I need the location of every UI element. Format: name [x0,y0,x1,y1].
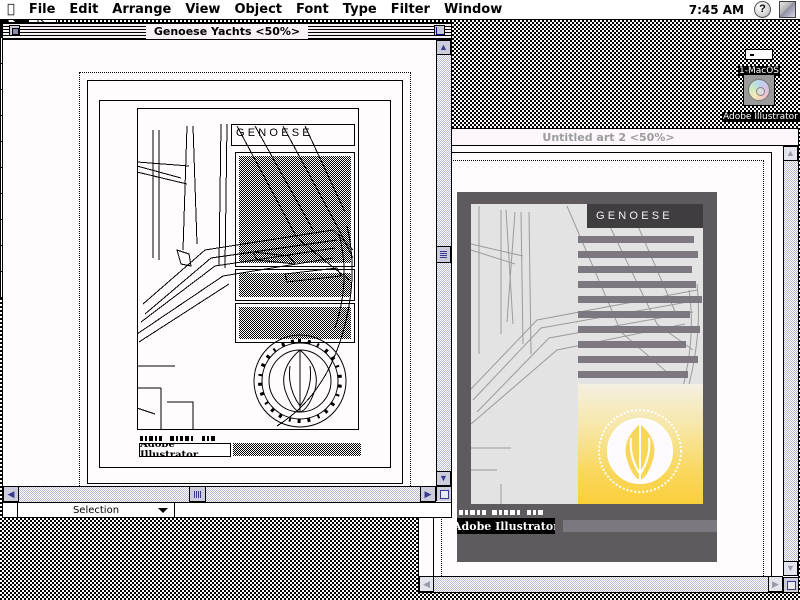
menu-object[interactable]: Object [227,0,289,19]
status-popup-value: Selection [72,504,120,516]
vertical-scrollbar-genoese[interactable]: ▲ ▼ [436,40,451,486]
desktop-icon-cd-rom[interactable]: Adobe Illustrator™ De [722,74,800,124]
footer-adobe-illustrator-badge: Adobe Illustrator [139,443,231,457]
horizontal-scrollbar-genoese[interactable]: ◀ ▶ [3,486,436,502]
vertical-scroll-thumb[interactable] [436,246,451,263]
horizontal-scroll-thumb[interactable] [189,486,206,502]
preview-text-bar [578,341,686,348]
menu-edit[interactable]: Edit [62,0,105,19]
desktop-icon-label-cd-rom: Adobe Illustrator™ De [722,112,800,122]
footer-dotted-bar [233,443,361,456]
preview-headline-text: GENOESE [596,209,673,222]
chevron-down-icon [158,508,168,513]
menu-view[interactable]: View [178,0,227,19]
scroll-up-arrow-icon[interactable]: ▲ [436,40,451,55]
status-bar-genoese: Selection [3,502,451,518]
menu-arrange[interactable]: Arrange [105,0,178,19]
seal-logo-outline [253,334,347,428]
preview-text-bar [578,326,700,333]
apple-menu-icon[interactable]:  [0,0,22,19]
close-box-genoese[interactable] [9,25,20,36]
scroll-left-arrow-icon[interactable]: ◀ [419,576,434,592]
scroll-left-arrow-icon[interactable]: ◀ [3,486,19,502]
preview-text-bar [578,311,690,318]
scroll-down-arrow-icon[interactable]: ▼ [783,561,798,576]
scroll-right-arrow-icon[interactable]: ▶ [420,486,436,502]
menu-type[interactable]: Type [336,0,384,19]
status-popup-menu[interactable]: Selection [17,502,175,518]
application-switcher-icon[interactable] [779,1,796,18]
window-title-untitled-art-2: Untitled art 2 <50%> [542,130,675,144]
menu-filter[interactable]: Filter [384,0,437,19]
preview-text-bar [578,296,702,303]
menu-bar:  File Edit Arrange View Object Font Typ… [0,0,800,20]
hard-drive-icon [745,49,773,60]
preview-footer-greek-line [459,510,543,515]
help-question-icon[interactable]: ? [754,1,771,18]
horizontal-scrollbar-untitled[interactable]: ◀ ▶ [419,576,783,592]
titlebar-genoese-yachts[interactable]: Genoese Yachts <50%> [3,23,451,40]
grow-box-genoese[interactable] [436,486,451,501]
preview-text-bar [578,236,694,243]
scroll-right-arrow-icon[interactable]: ▶ [768,576,783,592]
canvas-untitled-art-2[interactable]: GENOESE Adobe Illustrator [419,146,783,576]
menu-font[interactable]: Font [289,0,336,19]
menu-window[interactable]: Window [437,0,509,19]
canvas-genoese-yachts[interactable]: GENOESE Adobe Illustrator [3,40,436,486]
preview-adobe-illustrator-badge: Adobe Illustrator [457,518,555,534]
scroll-up-arrow-icon[interactable]: ▲ [783,146,798,161]
preview-text-bar [578,266,692,273]
titlebar-untitled-art-2[interactable]: Untitled art 2 <50%> [419,129,798,146]
preview-seal-logo [598,409,682,493]
footer-greek-line [140,436,215,441]
menu-file[interactable]: File [22,0,63,19]
menubar-clock[interactable]: 7:45 AM [683,3,750,17]
document-window-untitled-art-2[interactable]: Untitled art 2 <50%> GENOESE Adobe Illus… [418,128,799,593]
preview-text-bar [578,281,696,288]
preview-text-bar [578,251,698,258]
window-title-genoese-yachts: Genoese Yachts <50%> [145,23,309,39]
preview-headline-bar: GENOESE [587,204,703,228]
zoom-box-genoese[interactable] [434,25,445,36]
scroll-down-arrow-icon[interactable]: ▼ [436,471,451,486]
grow-box-untitled[interactable] [783,577,798,592]
preview-footer-bar [563,520,717,532]
document-window-genoese-yachts[interactable]: Genoese Yachts <50%> GENOESE Adobe Illus… [2,22,452,518]
preview-text-bar [578,356,698,363]
cd-rom-icon [743,74,775,106]
vertical-scrollbar-untitled[interactable]: ▲ ▼ [783,146,798,576]
preview-text-bar [578,371,688,378]
